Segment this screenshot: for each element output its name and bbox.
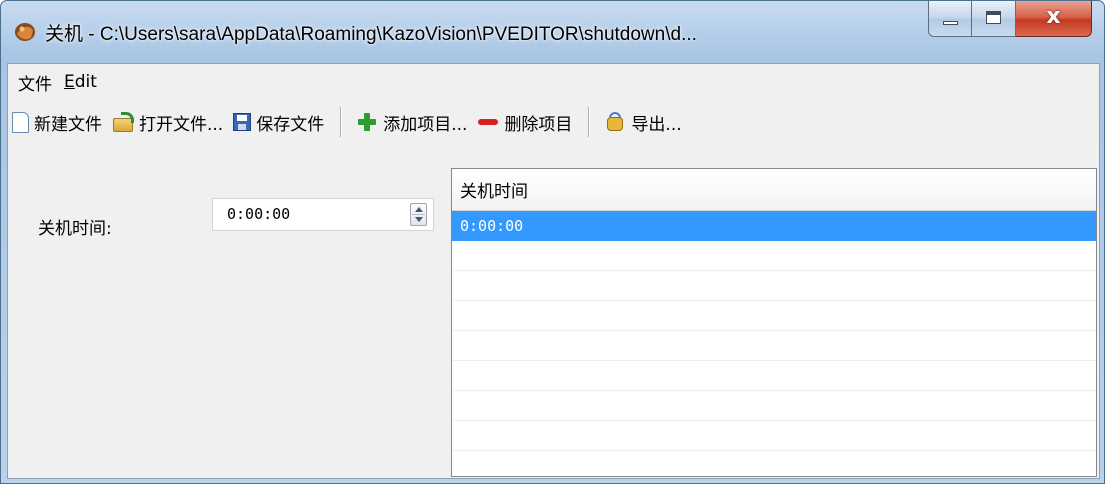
- spin-up-icon[interactable]: [415, 207, 423, 212]
- app-icon: [15, 23, 35, 41]
- menu-edit-label: dit: [74, 72, 97, 92]
- shutdown-time-list[interactable]: 关机时间 0:00:00: [451, 168, 1097, 477]
- new-file-icon: [12, 111, 29, 133]
- spin-divider: [412, 214, 425, 215]
- list-item-time: 0:00:00: [460, 216, 524, 235]
- maximize-button[interactable]: [972, 1, 1016, 37]
- minimize-button[interactable]: [928, 1, 972, 37]
- add-item-button[interactable]: 添加项目...: [352, 103, 471, 141]
- open-file-button[interactable]: 打开文件...: [108, 103, 227, 141]
- empty-row: [452, 331, 1096, 361]
- menu-bar: 文件 Edit: [8, 64, 1099, 100]
- empty-row: [452, 361, 1096, 391]
- client-area: 文件 Edit 新建文件 打开文件... 保存文件 添加项目... 删除项目 导…: [7, 63, 1100, 479]
- column-header-label: 关机时间: [460, 182, 528, 202]
- close-icon: x: [1046, 4, 1061, 29]
- menu-edit[interactable]: Edit: [59, 72, 102, 92]
- toolbar-separator: [340, 107, 343, 137]
- empty-row: [452, 391, 1096, 421]
- column-header-shutdown-time[interactable]: 关机时间: [452, 169, 1096, 211]
- delete-item-button[interactable]: 删除项目: [473, 103, 576, 141]
- empty-row: [452, 241, 1096, 271]
- time-spinner[interactable]: [410, 203, 427, 226]
- new-file-button[interactable]: 新建文件: [8, 103, 106, 141]
- minus-icon: [477, 111, 499, 133]
- save-file-button[interactable]: 保存文件: [229, 103, 328, 141]
- add-item-label: 添加项目...: [383, 114, 468, 135]
- shutdown-time-input[interactable]: 0:00:00: [212, 198, 434, 231]
- open-file-label: 打开文件...: [139, 114, 224, 135]
- close-button[interactable]: x: [1016, 1, 1092, 37]
- menu-edit-mnemonic: E: [64, 72, 75, 92]
- empty-row: [452, 421, 1096, 451]
- shutdown-time-value: 0:00:00: [227, 205, 291, 223]
- caption-buttons: x: [928, 1, 1092, 39]
- empty-row: [452, 451, 1096, 476]
- empty-row: [452, 271, 1096, 301]
- save-file-label: 保存文件: [256, 114, 325, 135]
- main-window: 关机 - C:\Users\sara\AppData\Roaming\KazoV…: [0, 0, 1105, 484]
- title-bar[interactable]: 关机 - C:\Users\sara\AppData\Roaming\KazoV…: [1, 1, 1104, 63]
- delete-item-label: 删除项目: [504, 114, 573, 135]
- save-disk-icon: [233, 113, 252, 131]
- toolbar-separator: [588, 107, 591, 137]
- export-button[interactable]: 导出...: [600, 103, 685, 141]
- list-item[interactable]: 0:00:00: [452, 211, 1096, 241]
- window-title: 关机 - C:\Users\sara\AppData\Roaming\KazoV…: [45, 24, 697, 45]
- menu-file[interactable]: 文件: [13, 70, 57, 95]
- spin-down-icon[interactable]: [415, 217, 423, 222]
- open-folder-icon: [112, 111, 134, 133]
- toolbar: 新建文件 打开文件... 保存文件 添加项目... 删除项目 导出...: [8, 100, 1099, 144]
- export-icon: [604, 111, 626, 133]
- shutdown-time-label: 关机时间:: [38, 219, 112, 239]
- minimize-icon: [943, 21, 958, 25]
- export-label: 导出...: [631, 114, 682, 135]
- empty-row: [452, 301, 1096, 331]
- new-file-label: 新建文件: [34, 114, 102, 135]
- maximize-icon: [986, 11, 1001, 24]
- plus-icon: [356, 111, 378, 133]
